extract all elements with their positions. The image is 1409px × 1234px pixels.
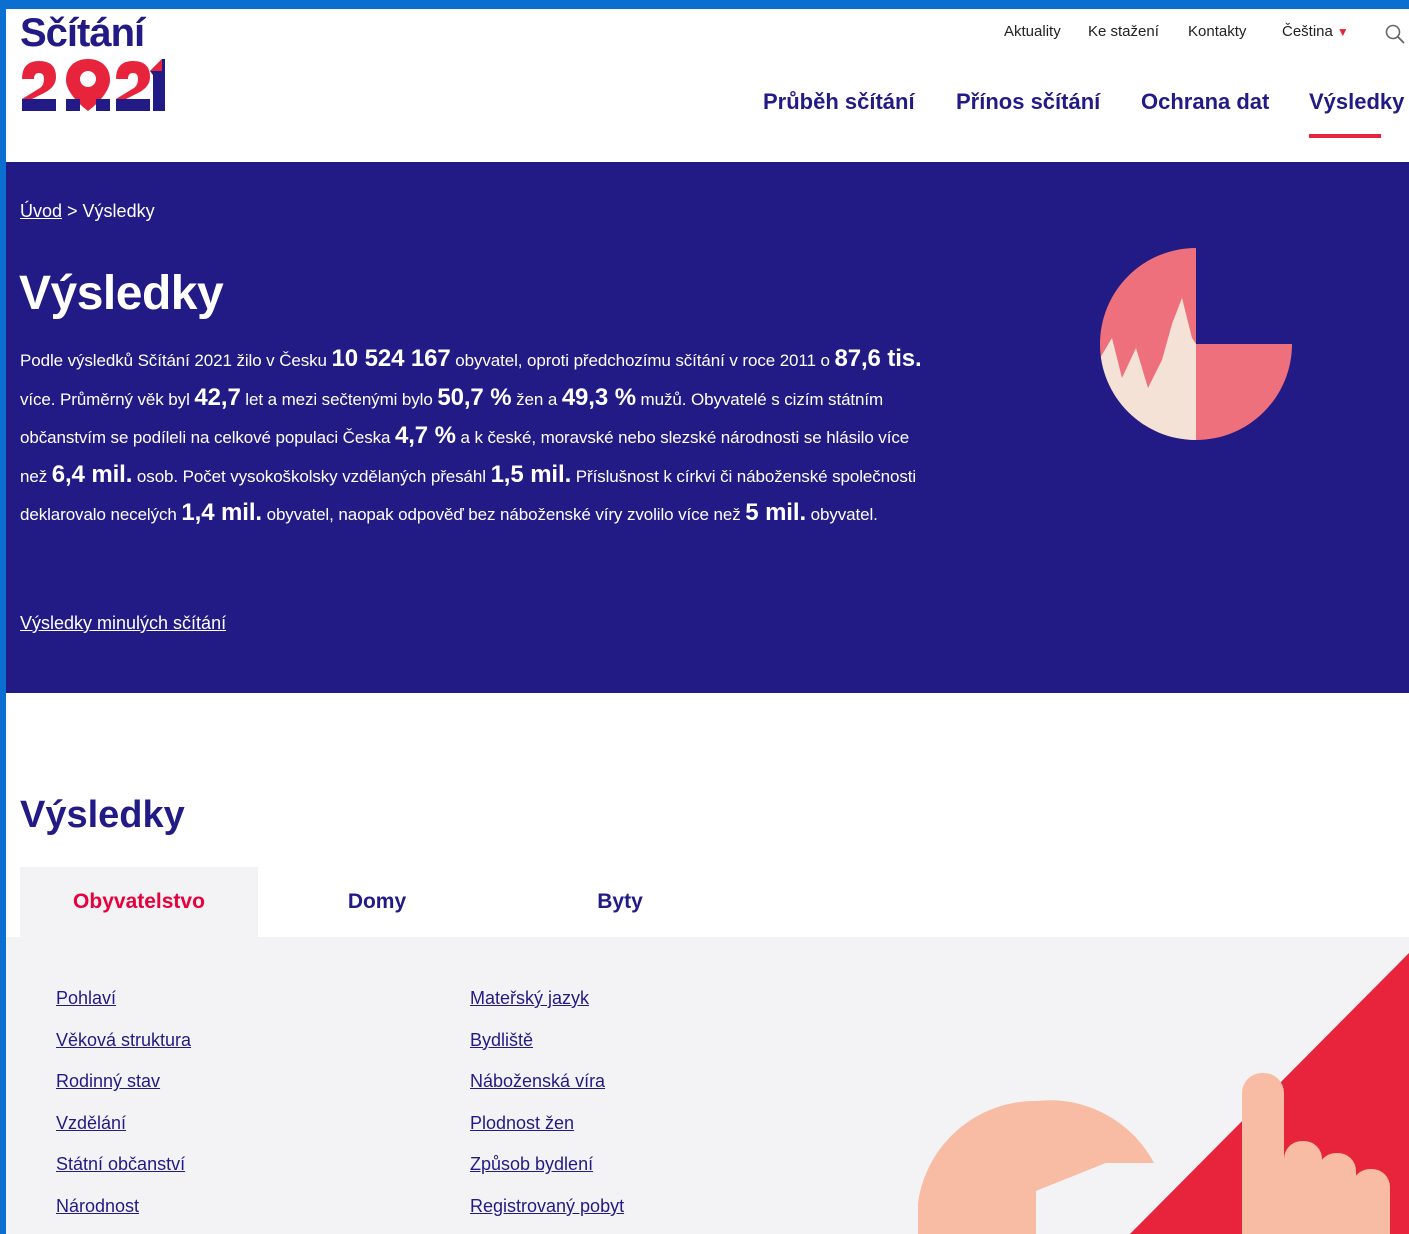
link-rodinny-stav[interactable]: Rodinný stav bbox=[56, 1061, 191, 1103]
chevron-down-icon: ▼ bbox=[1336, 25, 1349, 39]
hero-banner: Úvod > Výsledky Výsledky Podle výsledků … bbox=[6, 162, 1409, 693]
stat-women-share: 50,7 % bbox=[437, 383, 512, 411]
pie-chart-illustration bbox=[1100, 248, 1292, 440]
nav-prubeh-scitani[interactable]: Průběh sčítání bbox=[763, 89, 915, 115]
logo-year-graphic bbox=[22, 59, 165, 111]
stat-population: 10 524 167 bbox=[331, 345, 451, 372]
stat-czech-nationality: 6,4 mil. bbox=[51, 460, 133, 488]
hand-pie-illustration bbox=[918, 953, 1409, 1234]
stat-foreign-citizens: 4,7 % bbox=[394, 422, 456, 449]
breadcrumb-current: Výsledky bbox=[82, 201, 155, 221]
results-links-column-1: Pohlaví Věková struktura Rodinný stav Vz… bbox=[56, 978, 191, 1228]
breadcrumb-separator: > bbox=[62, 201, 83, 221]
stat-increase: 87,6 tis. bbox=[834, 345, 922, 372]
link-statni-obcanstvi[interactable]: Státní občanství bbox=[56, 1144, 191, 1186]
hero-summary-text: Podle výsledků Sčítání 2021 žilo v Česku… bbox=[20, 345, 922, 526]
breadcrumb-home-link[interactable]: Úvod bbox=[20, 201, 62, 221]
search-icon[interactable] bbox=[1384, 23, 1406, 45]
nav-prinos-scitani[interactable]: Přínos sčítání bbox=[956, 89, 1100, 115]
page-title: Výsledky bbox=[19, 267, 224, 320]
stat-men-share: 49,3 % bbox=[561, 383, 636, 411]
link-nabozenska-vira[interactable]: Náboženská víra bbox=[470, 1061, 624, 1103]
results-links-column-2: Mateřský jazyk Bydliště Náboženská víra … bbox=[470, 978, 624, 1228]
breadcrumb: Úvod > Výsledky bbox=[20, 201, 155, 222]
link-vekova-struktura[interactable]: Věková struktura bbox=[56, 1020, 191, 1062]
page-frame: Sčítání Aktuality Ke stažení Kontakty Če… bbox=[6, 9, 1409, 1234]
utility-nav: Aktuality Ke stažení Kontakty Čeština ▼ bbox=[6, 23, 1409, 45]
nav-ochrana-dat[interactable]: Ochrana dat bbox=[1141, 89, 1269, 115]
language-selector[interactable]: Čeština ▼ bbox=[1282, 23, 1349, 40]
util-link-kontakty[interactable]: Kontakty bbox=[1188, 23, 1246, 40]
stat-university-educated: 1,5 mil. bbox=[490, 460, 572, 488]
language-label: Čeština bbox=[1282, 23, 1333, 40]
link-narodnost[interactable]: Národnost bbox=[56, 1186, 191, 1228]
link-bydliste[interactable]: Bydliště bbox=[470, 1020, 624, 1062]
util-link-ke-stazeni[interactable]: Ke stažení bbox=[1088, 23, 1159, 40]
past-results-link[interactable]: Výsledky minulých sčítání bbox=[20, 613, 226, 634]
tab-byty[interactable]: Byty bbox=[501, 867, 739, 937]
link-materský-jazyk[interactable]: Mateřský jazyk bbox=[470, 978, 624, 1020]
link-pohlavi[interactable]: Pohlaví bbox=[56, 978, 191, 1020]
stat-average-age: 42,7 bbox=[194, 383, 241, 411]
tab-domy[interactable]: Domy bbox=[258, 867, 496, 937]
nav-vysledky[interactable]: Výsledky bbox=[1309, 89, 1404, 115]
tab-obyvatelstvo[interactable]: Obyvatelstvo bbox=[20, 867, 258, 937]
active-nav-indicator bbox=[1309, 134, 1381, 138]
stat-non-religious: 5 mil. bbox=[745, 499, 807, 526]
link-plodnost-zen[interactable]: Plodnost žen bbox=[470, 1103, 624, 1145]
results-section-title: Výsledky bbox=[20, 794, 185, 836]
link-zpusob-bydleni[interactable]: Způsob bydlení bbox=[470, 1144, 624, 1186]
link-vzdelani[interactable]: Vzdělání bbox=[56, 1103, 191, 1145]
stat-religious: 1,4 mil. bbox=[181, 499, 262, 526]
link-registrovany-pobyt[interactable]: Registrovaný pobyt bbox=[470, 1186, 624, 1228]
util-link-aktuality[interactable]: Aktuality bbox=[1004, 23, 1061, 40]
